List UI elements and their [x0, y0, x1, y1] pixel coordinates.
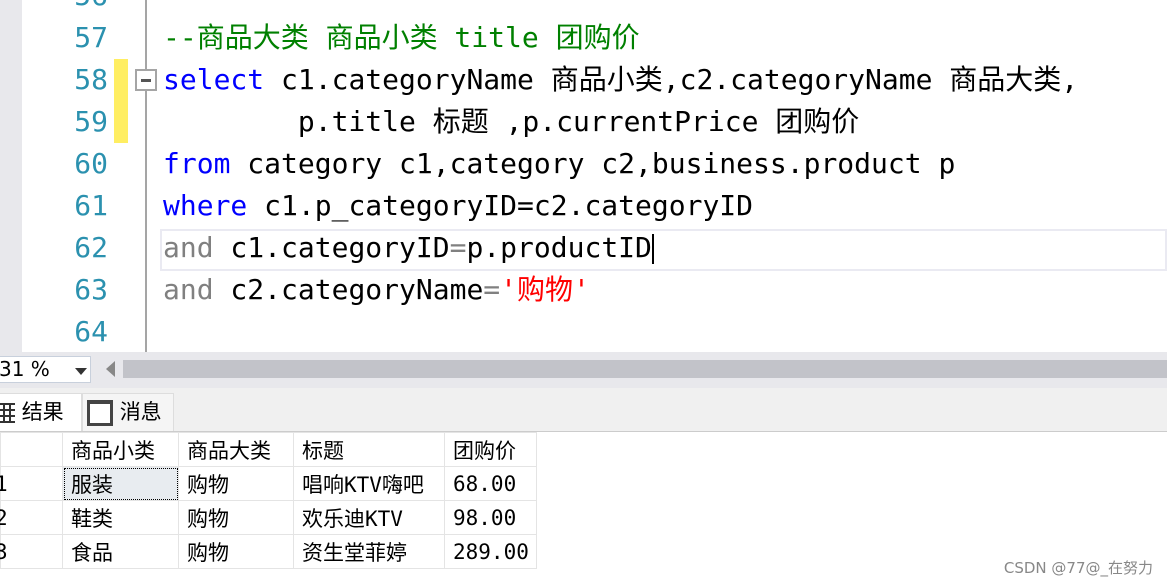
- table-row[interactable]: 3 食品 购物 资生堂菲婷 289.00: [0, 534, 537, 569]
- sql-editor[interactable]: 56 57 58 59 60 61 62 63 64 --商品大类 商品小类 title 团购价…: [0, 0, 1167, 352]
- column-header[interactable]: 标题: [293, 432, 445, 467]
- chevron-down-icon[interactable]: [75, 368, 87, 375]
- code-token: c2.categoryName: [213, 273, 484, 306]
- line-number: 64: [74, 315, 108, 348]
- code-line[interactable]: select c1.categoryName 商品小类,c2.categoryN…: [163, 59, 1078, 101]
- table-cell[interactable]: 唱响KTV嗨吧: [293, 466, 445, 501]
- table-cell[interactable]: 购物: [178, 466, 294, 501]
- code-line[interactable]: --商品大类 商品小类 title 团购价: [163, 17, 640, 59]
- tab-messages[interactable]: 消息: [82, 393, 174, 431]
- changed-line-marker: [114, 101, 128, 143]
- code-line[interactable]: from category c1,category c2,business.pr…: [163, 143, 955, 185]
- line-number: 62: [74, 231, 108, 264]
- watermark: CSDN @77@_在努力: [1003, 559, 1153, 577]
- table-cell[interactable]: 资生堂菲婷: [293, 534, 445, 569]
- table-row[interactable]: 2 鞋类 购物 欢乐迪KTV 98.00: [0, 500, 537, 535]
- code-token: '购物': [500, 273, 590, 306]
- editor-status-bar: 31 %: [0, 352, 1167, 388]
- code-token: =: [449, 231, 467, 264]
- table-cell[interactable]: 购物: [178, 534, 294, 569]
- grid-header-row: 商品小类 商品大类 标题 团购价: [0, 432, 537, 467]
- text-caret: [651, 234, 654, 264]
- table-cell[interactable]: 68.00: [444, 466, 537, 501]
- code-token: from: [163, 147, 231, 180]
- scroll-left-icon[interactable]: [106, 361, 115, 377]
- line-number: 59: [74, 105, 108, 138]
- line-number: 63: [74, 273, 108, 306]
- results-grid[interactable]: 商品小类 商品大类 标题 团购价 1 服装 购物 唱响KTV嗨吧 68.00 2 鞋类 购物欢…: [0, 432, 537, 569]
- column-header[interactable]: 商品小类: [62, 432, 179, 467]
- code-line[interactable]: and c2.categoryName='购物': [163, 269, 590, 311]
- row-number-header: [0, 432, 63, 467]
- horizontal-scrollbar[interactable]: [123, 360, 1167, 378]
- fold-guide: [145, 0, 147, 352]
- code-token: c1.p_categoryID=c2.categoryID: [247, 189, 754, 222]
- column-header[interactable]: 商品大类: [178, 432, 294, 467]
- tab-messages-label: 消息: [119, 400, 162, 424]
- code-line[interactable]: and c1.categoryID=p.productID: [163, 227, 654, 269]
- code-token: category c1,category c2,business.product…: [230, 147, 956, 180]
- table-cell[interactable]: 欢乐迪KTV: [293, 500, 445, 535]
- zoom-value: 31 %: [0, 357, 50, 381]
- table-cell[interactable]: 289.00: [444, 534, 537, 569]
- code-token: and: [163, 231, 214, 264]
- column-header[interactable]: 团购价: [444, 432, 537, 467]
- line-number: 56: [22, 0, 108, 17]
- line-number: 61: [74, 189, 108, 222]
- code-token: p.productID: [466, 231, 652, 264]
- code-token: --商品大类 商品小类 title 团购价: [163, 21, 640, 54]
- line-number: 60: [74, 147, 108, 180]
- tab-results-label: 结果: [21, 400, 64, 424]
- code-line[interactable]: where c1.p_categoryID=c2.categoryID: [163, 185, 753, 227]
- tab-results[interactable]: 结果: [0, 393, 82, 431]
- code-line[interactable]: p.title 标题 ,p.currentPrice 团购价: [163, 101, 859, 143]
- editor-left-margin: [0, 0, 22, 352]
- code-token: c1.categoryName 商品小类,c2.categoryName 商品大…: [264, 63, 1079, 96]
- code-token: select: [163, 63, 265, 96]
- collapse-icon[interactable]: [135, 69, 157, 91]
- code-token: and: [163, 273, 214, 306]
- table-cell[interactable]: 购物: [178, 500, 294, 535]
- table-cell[interactable]: 食品: [62, 534, 179, 569]
- table-row[interactable]: 1 服装 购物 唱响KTV嗨吧 68.00: [0, 466, 537, 501]
- code-token: where: [163, 189, 248, 222]
- table-cell[interactable]: 98.00: [444, 500, 537, 535]
- zoom-dropdown[interactable]: 31 %: [0, 356, 91, 383]
- results-tabs: 结果 消息: [0, 388, 1167, 432]
- grid-icon: [0, 403, 15, 423]
- line-number: 58: [74, 63, 108, 96]
- row-number[interactable]: 3: [0, 534, 63, 569]
- row-number[interactable]: 2: [0, 500, 63, 535]
- line-number: 57: [74, 21, 108, 54]
- messages-icon: [87, 400, 113, 426]
- row-number[interactable]: 1: [0, 466, 63, 501]
- code-token: c1.categoryID: [213, 231, 450, 264]
- table-cell[interactable]: 鞋类: [62, 500, 179, 535]
- table-cell[interactable]: 服装: [62, 466, 179, 501]
- code-token: p.title 标题 ,p.currentPrice 团购价: [163, 105, 860, 138]
- code-token: =: [483, 273, 501, 306]
- changed-line-marker: [114, 59, 128, 101]
